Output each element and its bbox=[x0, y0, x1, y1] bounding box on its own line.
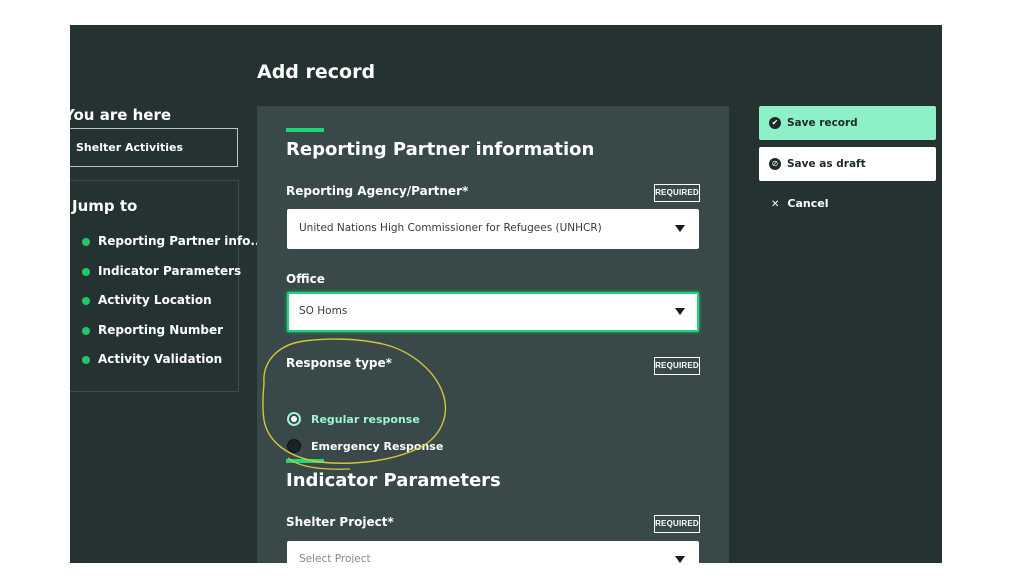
close-icon: ✕ bbox=[771, 199, 780, 210]
cancel-button[interactable]: ✕ Cancel bbox=[771, 197, 828, 210]
agency-field-label: Reporting Agency/Partner* bbox=[286, 184, 469, 198]
jump-item-label: Activity Location bbox=[98, 293, 212, 307]
check-circle-icon: ✔ bbox=[769, 117, 781, 129]
agency-select-value: United Nations High Commissioner for Ref… bbox=[299, 222, 602, 234]
block-circle-icon: ⊘ bbox=[769, 158, 781, 170]
required-badge: REQUIRED bbox=[654, 357, 700, 375]
jump-item-reporting-number[interactable]: Reporting Number bbox=[82, 323, 264, 353]
jump-to-panel: Jump to Reporting Partner info... Indica… bbox=[70, 180, 264, 392]
jump-item-label: Reporting Partner info... bbox=[98, 234, 265, 248]
caret-down-icon bbox=[675, 308, 685, 315]
breadcrumb: Shelter Activities bbox=[70, 128, 238, 167]
breadcrumb-item[interactable]: Shelter Activities bbox=[76, 141, 183, 154]
jump-to-list: Reporting Partner info... Indicator Para… bbox=[82, 234, 264, 382]
jump-item-indicator-parameters[interactable]: Indicator Parameters bbox=[82, 264, 264, 294]
page-title: Add record bbox=[257, 61, 376, 83]
form-panel: Reporting Partner information Reporting … bbox=[257, 106, 729, 563]
jump-to-heading: Jump to bbox=[72, 197, 138, 215]
app-window: Add record You are here Shelter Activiti… bbox=[70, 25, 942, 563]
agency-select[interactable]: United Nations High Commissioner for Ref… bbox=[287, 209, 699, 249]
shelter-project-placeholder: Select Project bbox=[299, 553, 371, 563]
jump-item-reporting-partner[interactable]: Reporting Partner info... bbox=[82, 234, 264, 264]
jump-item-label: Activity Validation bbox=[98, 352, 223, 366]
status-dot-icon bbox=[82, 326, 90, 335]
caret-down-icon bbox=[675, 225, 685, 232]
required-badge: REQUIRED bbox=[654, 184, 700, 202]
radio-unselected-icon[interactable] bbox=[287, 439, 301, 453]
response-type-label: Response type* bbox=[286, 356, 392, 370]
jump-item-activity-validation[interactable]: Activity Validation bbox=[82, 352, 264, 382]
section-accent-bar bbox=[286, 459, 324, 463]
required-badge: REQUIRED bbox=[654, 515, 700, 533]
office-select[interactable]: SO Homs bbox=[287, 292, 699, 332]
caret-down-icon bbox=[675, 556, 685, 563]
jump-item-label: Reporting Number bbox=[98, 322, 224, 337]
save-draft-button[interactable]: ⊘ Save as draft bbox=[759, 147, 936, 181]
jump-item-label: Indicator Parameters bbox=[98, 263, 242, 278]
status-dot-icon bbox=[82, 356, 90, 364]
section-accent-bar bbox=[286, 128, 324, 132]
radio-label-regular: Regular response bbox=[311, 413, 420, 426]
office-select-value: SO Homs bbox=[299, 305, 348, 317]
section-title-indicator-parameters: Indicator Parameters bbox=[286, 470, 501, 491]
office-field-label: Office bbox=[286, 272, 325, 286]
save-record-label: Save record bbox=[787, 117, 858, 129]
jump-item-activity-location[interactable]: Activity Location bbox=[82, 293, 264, 323]
status-dot-icon bbox=[82, 297, 90, 305]
you-are-here-heading: You are here bbox=[70, 106, 172, 124]
radio-selected-icon[interactable] bbox=[287, 412, 301, 426]
cancel-label: Cancel bbox=[787, 197, 829, 210]
shelter-project-label: Shelter Project* bbox=[286, 515, 394, 529]
save-draft-label: Save as draft bbox=[787, 158, 866, 170]
save-record-button[interactable]: ✔ Save record bbox=[759, 106, 936, 140]
status-dot-icon bbox=[82, 267, 90, 276]
section-title-reporting-partner: Reporting Partner information bbox=[286, 139, 595, 160]
status-dot-icon bbox=[82, 238, 90, 246]
radio-label-emergency: Emergency Response bbox=[311, 440, 444, 453]
shelter-project-select[interactable]: Select Project bbox=[287, 541, 699, 563]
